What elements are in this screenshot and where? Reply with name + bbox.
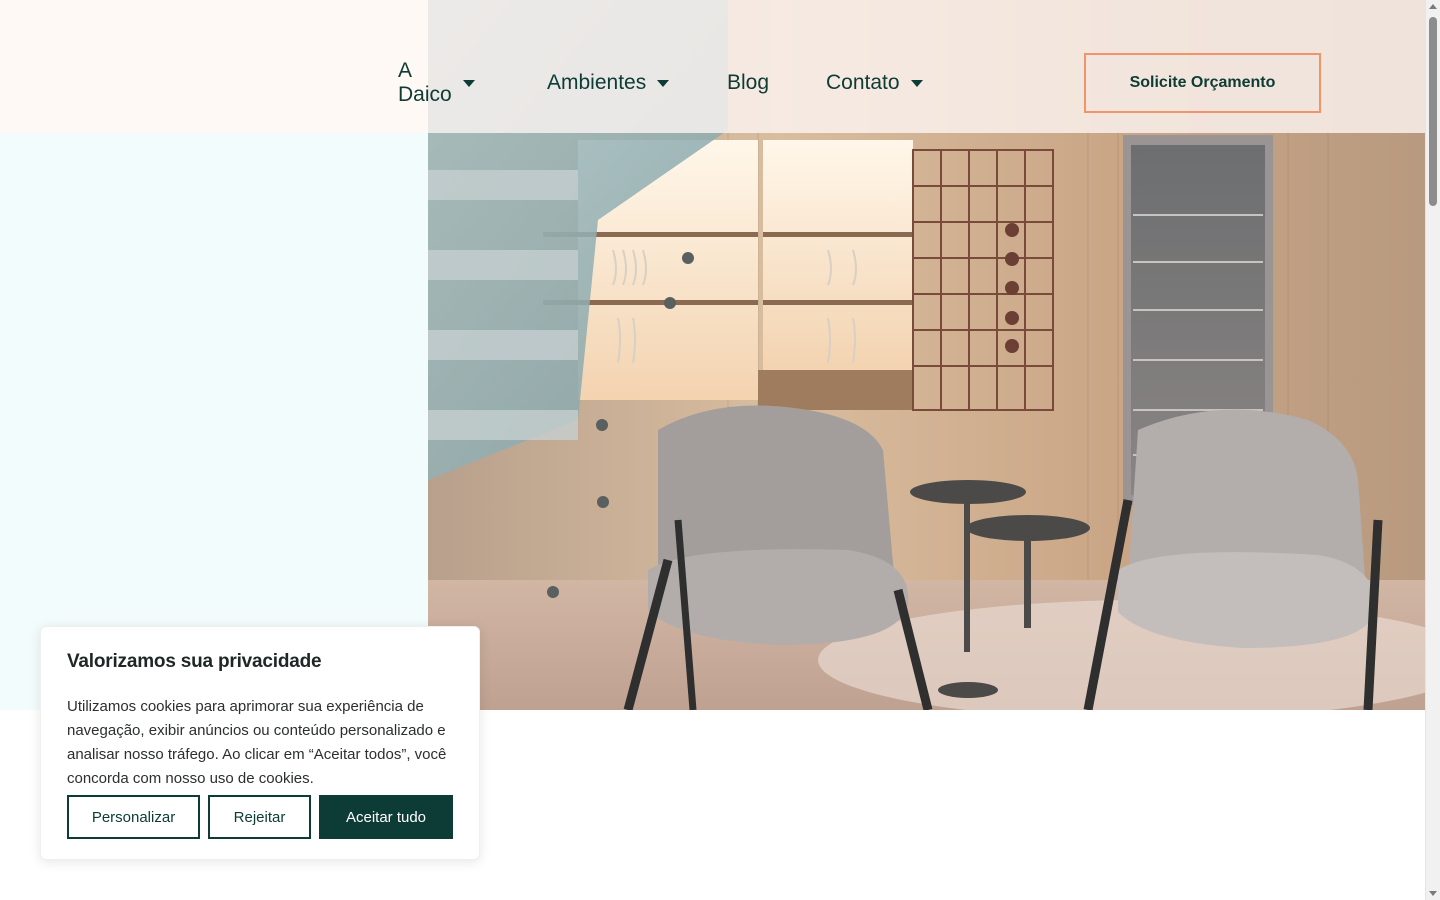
nav-item-ambientes[interactable]: Ambientes [547, 63, 670, 103]
nav-item-contato[interactable]: Contato [826, 63, 923, 103]
page: A Daico Ambientes Blog Contato Solicite … [0, 0, 1440, 900]
scroll-thumb[interactable] [1429, 17, 1437, 206]
nav-item-label: Blog [727, 71, 770, 94]
site-header: A Daico Ambientes Blog Contato Solicite … [0, 0, 1425, 133]
cookie-description: Utilizamos cookies para aprimorar sua ex… [67, 698, 447, 787]
caret-down-icon [462, 80, 475, 87]
cookie-title: Valorizamos sua privacidade [67, 651, 322, 672]
cookie-consent-dialog: Valorizamos sua privacidade Utilizamos c… [40, 626, 480, 860]
scroll-up-arrow-icon[interactable] [1429, 4, 1437, 9]
accept-all-cookies-button[interactable]: Aceitar tudo [319, 795, 453, 839]
caret-down-icon [657, 80, 670, 87]
nav-item-label: Ambientes [547, 71, 647, 94]
page-scrollbar[interactable] [1425, 0, 1440, 900]
nav-item-a-daico[interactable]: A Daico [398, 59, 475, 106]
customize-cookies-button[interactable]: Personalizar [67, 795, 200, 839]
nav-item-label: Contato [826, 71, 900, 94]
nav-item-blog[interactable]: Blog [727, 63, 769, 103]
nav-item-label: A Daico [398, 59, 452, 106]
scroll-down-arrow-icon[interactable] [1429, 891, 1437, 896]
caret-down-icon [910, 80, 923, 87]
request-quote-button[interactable]: Solicite Orçamento [1084, 53, 1321, 113]
reject-cookies-button[interactable]: Rejeitar [208, 795, 311, 839]
